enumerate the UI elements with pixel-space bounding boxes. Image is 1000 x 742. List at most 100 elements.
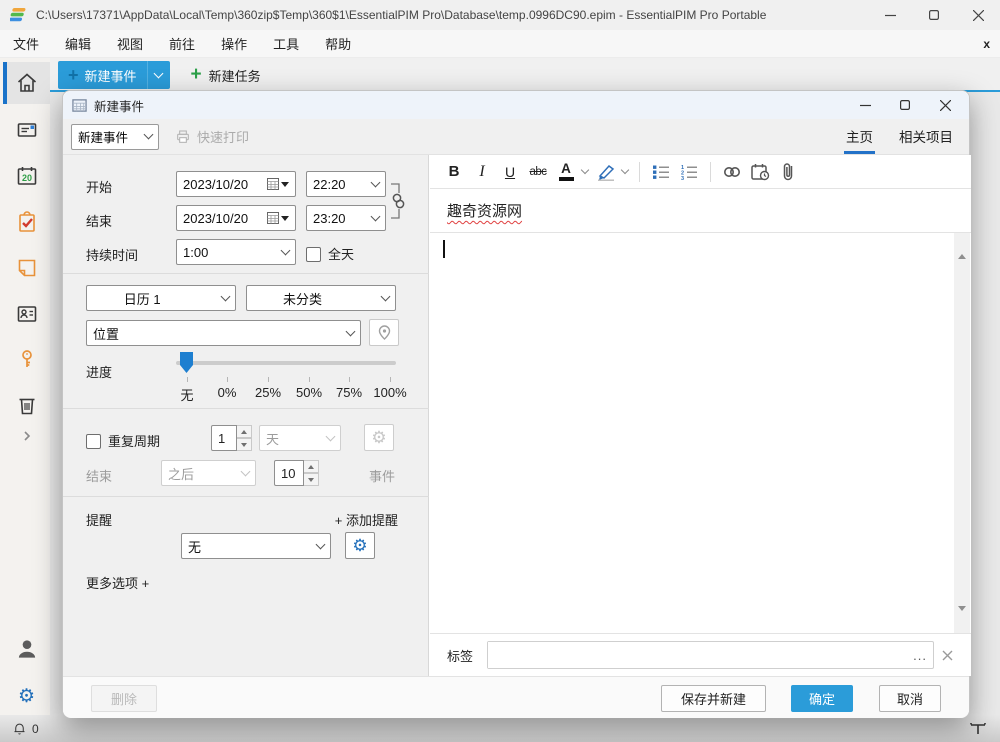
duration-combo[interactable]: 1:00 (176, 239, 296, 265)
location-combo[interactable]: 位置 (86, 320, 361, 346)
dialog-tabs: 主页 相关项目 (844, 120, 955, 154)
bold-button[interactable]: B (442, 160, 466, 184)
end-date-picker[interactable]: 2023/10/20 (176, 205, 296, 231)
start-time-combo[interactable]: 22:20 (306, 171, 386, 197)
cancel-button[interactable]: 取消 (879, 685, 941, 712)
subject-text: 趣奇资源网 (447, 200, 522, 221)
sidebar-item-settings[interactable]: ⚙ (3, 675, 50, 717)
dialog-close-button[interactable] (925, 91, 965, 119)
text-caret (443, 240, 445, 258)
sidebar-item-calendar[interactable]: 20 (3, 155, 50, 197)
spin-down-button[interactable] (237, 438, 252, 451)
datepicker-icon[interactable] (267, 178, 289, 190)
dialog-calendar-icon (72, 98, 87, 113)
start-label: 开始 (86, 177, 112, 196)
sidebar-item-account[interactable] (3, 628, 50, 670)
add-reminder-button[interactable]: + 添加提醒 (335, 510, 398, 529)
menu-actions[interactable]: 操作 (208, 30, 260, 58)
menu-help[interactable]: 帮助 (312, 30, 364, 58)
recurrence-settings-button[interactable]: ⚙ (364, 424, 394, 451)
recurrence-end-mode-select[interactable]: 之后 (161, 460, 256, 486)
font-color-button[interactable]: A (554, 160, 578, 184)
datepicker-icon[interactable] (267, 212, 289, 224)
menu-edit[interactable]: 编辑 (52, 30, 104, 58)
insert-date-button[interactable] (748, 160, 772, 184)
progress-tick-0: 0% (218, 385, 237, 400)
menu-go[interactable]: 前往 (156, 30, 208, 58)
sidebar-item-passwords[interactable] (3, 338, 50, 380)
menu-file[interactable]: 文件 (0, 30, 52, 58)
attach-file-button[interactable] (776, 160, 800, 184)
font-color-dropdown-icon[interactable] (581, 166, 589, 174)
italic-button[interactable]: I (470, 160, 494, 184)
new-task-button[interactable]: + 新建任务 (184, 61, 261, 89)
subject-field[interactable]: 趣奇资源网 (430, 189, 971, 233)
sidebar-item-tasks[interactable] (3, 201, 50, 243)
spin-down-button[interactable] (304, 473, 319, 486)
ok-button[interactable]: 确定 (791, 685, 853, 712)
tab-related-items[interactable]: 相关项目 (897, 120, 955, 154)
tags-input[interactable] (488, 642, 907, 668)
menubar-close-button[interactable]: x (983, 37, 990, 51)
quick-print-button[interactable]: 快速打印 (175, 127, 249, 146)
strikethrough-button[interactable]: abc (526, 160, 550, 184)
printer-icon (175, 129, 191, 145)
reminder-settings-button[interactable]: ⚙ (345, 532, 375, 559)
tags-more-button[interactable]: ... (907, 642, 933, 668)
numbered-list-button[interactable]: 1 2 3 (677, 160, 701, 184)
calendar-clock-icon (751, 163, 770, 181)
window-close-button[interactable] (956, 0, 1000, 30)
new-event-dropdown-button[interactable] (148, 74, 170, 77)
menu-view[interactable]: 视图 (104, 30, 156, 58)
all-day-checkbox[interactable]: 全天 (306, 244, 354, 263)
save-and-new-button[interactable]: 保存并新建 (661, 685, 766, 712)
progress-slider-thumb[interactable] (180, 352, 193, 373)
delete-button[interactable]: 删除 (91, 685, 157, 712)
editor-toolbar: B I U abc A (430, 155, 971, 189)
location-map-button[interactable] (369, 319, 399, 346)
home-icon (15, 71, 39, 95)
menu-tools[interactable]: 工具 (260, 30, 312, 58)
new-event-button[interactable]: + 新建事件 (58, 61, 170, 89)
sidebar-item-trash[interactable] (3, 384, 50, 426)
sidebar: 20 (0, 58, 50, 715)
dialog-maximize-button[interactable] (885, 91, 925, 119)
event-type-select[interactable]: 新建事件 (71, 124, 159, 150)
insert-link-button[interactable] (720, 160, 744, 184)
sidebar-item-mail[interactable] (3, 109, 50, 151)
category-select[interactable]: 未分类 (246, 285, 396, 311)
window-maximize-button[interactable] (912, 0, 956, 30)
underline-button[interactable]: U (498, 160, 522, 184)
progress-slider-track[interactable] (176, 361, 396, 365)
end-time-combo[interactable]: 23:20 (306, 205, 386, 231)
dialog-minimize-button[interactable] (845, 91, 885, 119)
highlight-button[interactable] (594, 160, 618, 184)
bullet-list-button[interactable] (649, 160, 673, 184)
tab-home[interactable]: 主页 (844, 120, 875, 154)
window-minimize-button[interactable] (868, 0, 912, 30)
sidebar-item-notes[interactable] (3, 247, 50, 289)
scroll-up-icon[interactable] (958, 237, 966, 255)
spin-up-button[interactable] (304, 460, 319, 473)
tags-clear-icon[interactable] (942, 650, 953, 661)
spin-up-button[interactable] (237, 425, 252, 438)
plus-icon: + (184, 64, 209, 86)
recurrence-interval-spinner[interactable]: 1 (211, 425, 252, 451)
recurrence-unit-select[interactable]: 天 (259, 425, 341, 451)
recurrence-checkbox[interactable]: 重复周期 (86, 431, 160, 450)
more-options-button[interactable]: 更多选项 + (86, 573, 149, 592)
notes-area[interactable] (430, 233, 971, 633)
start-date-picker[interactable]: 2023/10/20 (176, 171, 296, 197)
sidebar-expand-button[interactable] (3, 422, 50, 450)
highlight-dropdown-icon[interactable] (621, 166, 629, 174)
sidebar-item-contacts[interactable] (3, 293, 50, 335)
statusbar-grip-icon[interactable] (970, 722, 986, 736)
calendar-select[interactable]: 日历 1 (86, 285, 236, 311)
recurrence-end-count-spinner[interactable]: 10 (274, 460, 319, 486)
person-icon (14, 636, 40, 662)
bell-icon[interactable] (12, 721, 27, 736)
scroll-down-icon[interactable] (958, 611, 966, 629)
reminder-select[interactable]: 无 (181, 533, 331, 559)
editor-scrollbar[interactable] (954, 233, 970, 633)
sidebar-item-today[interactable] (3, 62, 50, 104)
